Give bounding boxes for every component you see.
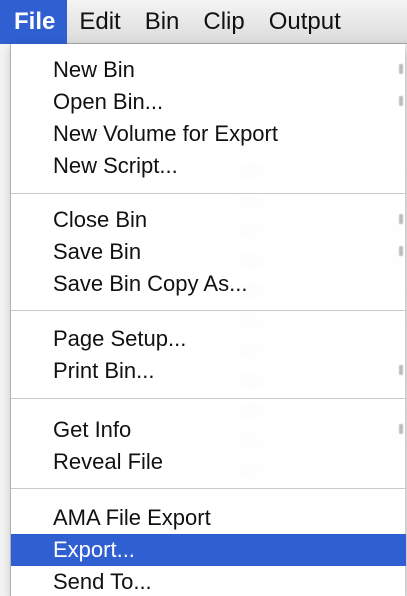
menu-separator xyxy=(11,310,406,311)
menu-clip[interactable]: Clip xyxy=(191,0,256,44)
menu-item-close-bin[interactable]: Close Bin xyxy=(11,204,406,236)
menu-item-save-bin[interactable]: Save Bin xyxy=(11,236,406,268)
shortcut-indicator xyxy=(399,424,403,434)
menu-edit[interactable]: Edit xyxy=(67,0,132,44)
menu-output[interactable]: Output xyxy=(257,0,353,44)
menu-item-get-info[interactable]: Get Info xyxy=(11,414,406,446)
menu-item-print-bin[interactable]: Print Bin... xyxy=(11,355,406,387)
shortcut-indicator xyxy=(399,246,403,256)
menu-bar: File Edit Bin Clip Output xyxy=(0,0,407,44)
shortcut-indicator xyxy=(399,214,403,224)
menu-item-export[interactable]: Export... xyxy=(11,534,406,566)
file-menu-dropdown: New Bin Open Bin... New Volume for Expor… xyxy=(10,44,406,596)
screen: File Edit Bin Clip Output New Bin Open B… xyxy=(0,0,407,596)
shortcut-indicator xyxy=(399,96,403,106)
menu-item-page-setup[interactable]: Page Setup... xyxy=(11,323,406,355)
menu-item-open-bin[interactable]: Open Bin... xyxy=(11,86,406,118)
menu-file[interactable]: File xyxy=(0,0,68,44)
menu-separator xyxy=(11,193,406,194)
menu-item-reveal-file[interactable]: Reveal File xyxy=(11,446,406,478)
menu-item-ama-file-export[interactable]: AMA File Export xyxy=(11,502,406,534)
shortcut-indicator xyxy=(399,365,403,375)
menu-separator xyxy=(11,398,406,399)
menu-item-save-bin-copy-as[interactable]: Save Bin Copy As... xyxy=(11,268,406,300)
menu-item-send-to[interactable]: Send To... xyxy=(11,566,406,596)
shortcut-indicator xyxy=(399,64,403,74)
menu-item-new-volume-for-export[interactable]: New Volume for Export xyxy=(11,118,406,150)
menu-item-new-script[interactable]: New Script... xyxy=(11,150,406,182)
menu-separator xyxy=(11,488,406,489)
menu-item-new-bin[interactable]: New Bin xyxy=(11,54,406,86)
menu-bin[interactable]: Bin xyxy=(133,0,192,44)
